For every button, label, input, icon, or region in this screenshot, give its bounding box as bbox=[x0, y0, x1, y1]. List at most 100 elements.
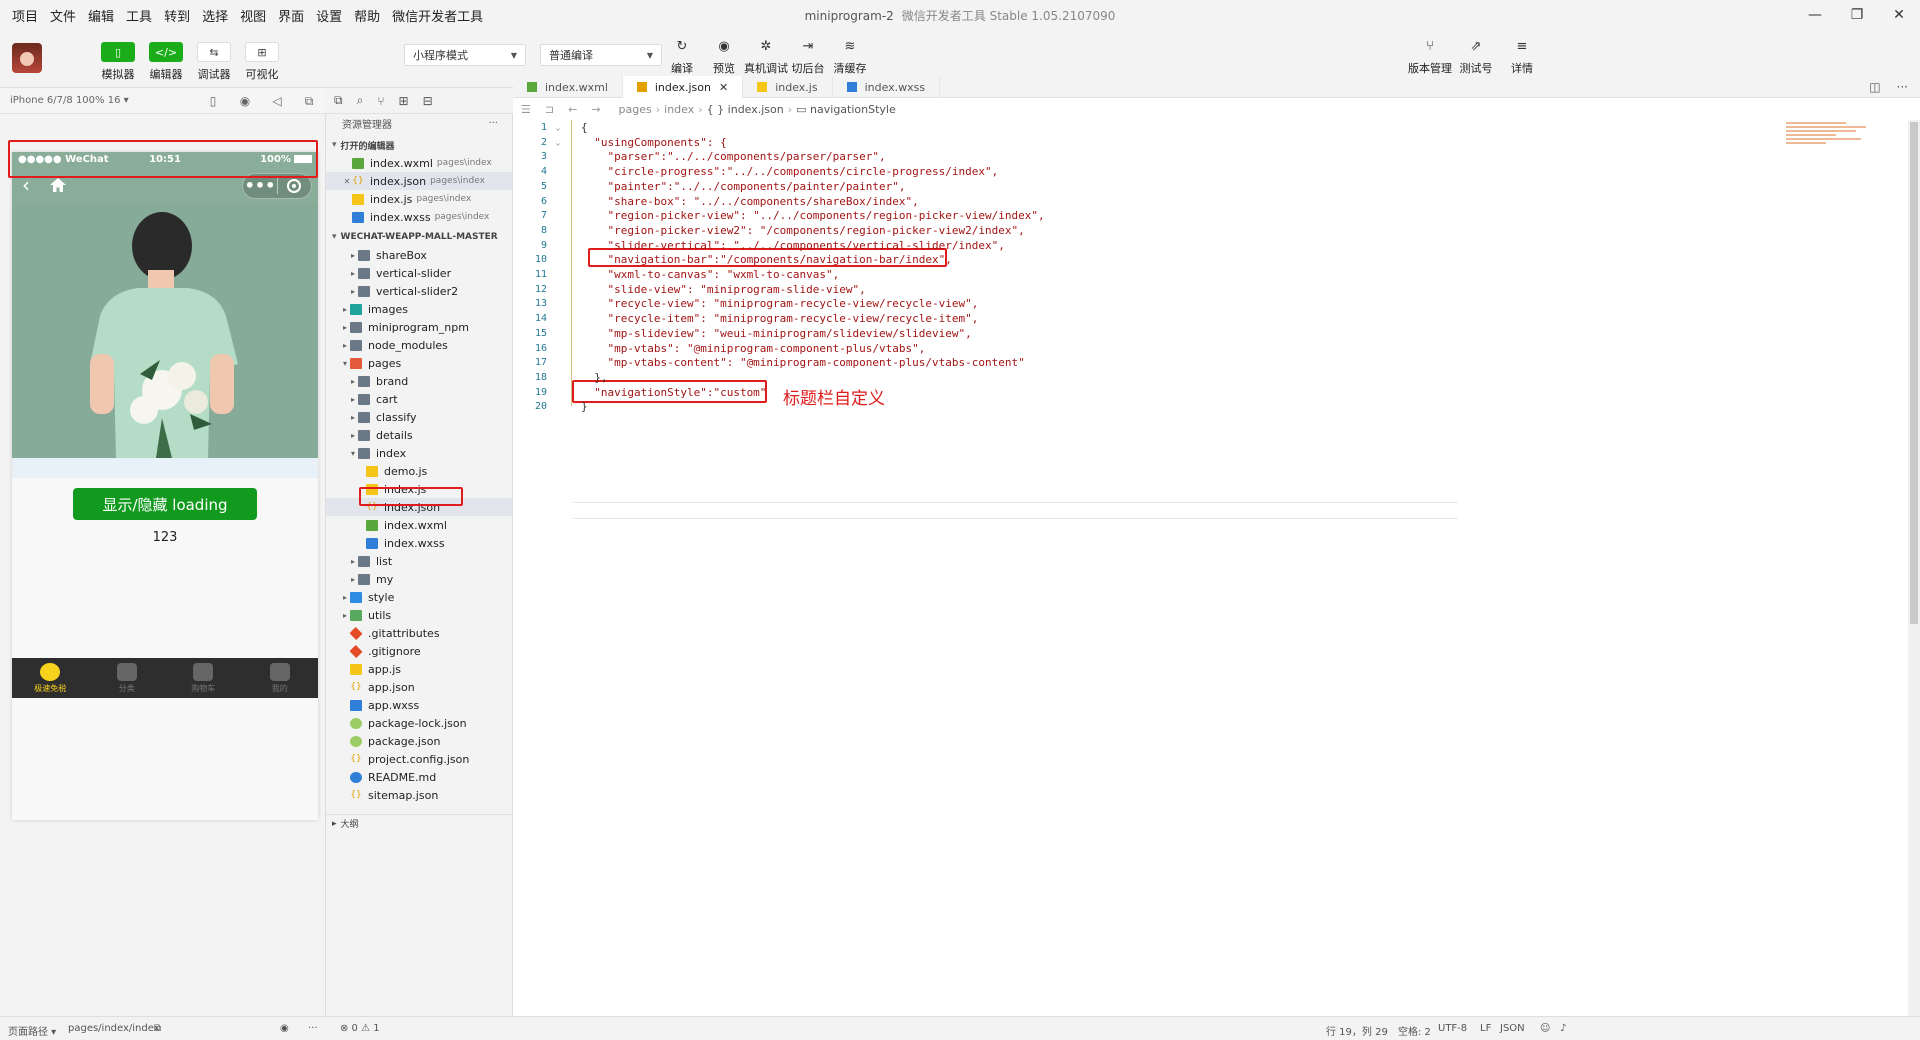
tree-item[interactable]: .gitattributes bbox=[326, 624, 512, 642]
tree-item[interactable]: ▾ index bbox=[326, 444, 512, 462]
menu-item[interactable]: 微信开发者工具 bbox=[386, 6, 489, 25]
toolbar-button[interactable]: ≋ 清缓存 bbox=[834, 36, 867, 76]
fold-chevron-icon[interactable]: ⌄ bbox=[553, 120, 563, 135]
tree-item[interactable]: ▸ vertical-slider bbox=[326, 264, 512, 282]
code-line[interactable]: 3 "parser":"../../components/parser/pars… bbox=[513, 149, 1458, 164]
nav-icon[interactable]: ☰ bbox=[521, 103, 531, 116]
tabbar-item[interactable]: 我的 bbox=[242, 658, 319, 698]
page-path[interactable]: pages/index/index bbox=[68, 1023, 160, 1034]
activity-icon[interactable]: ⑂ bbox=[377, 94, 384, 108]
tree-item[interactable]: ▸ cart bbox=[326, 390, 512, 408]
menu-item[interactable]: 项目 bbox=[0, 6, 44, 25]
code-editor[interactable]: 标题栏自定义 1 ⌄{2 ⌄ "usingComponents": {3 "pars… bbox=[513, 120, 1920, 1016]
editor-tab[interactable]: index.wxss bbox=[833, 76, 941, 98]
tree-caret-icon[interactable]: ▸ bbox=[348, 413, 358, 422]
close-program-icon[interactable] bbox=[278, 179, 311, 193]
tree-item[interactable]: ▸ utils bbox=[326, 606, 512, 624]
tabbar-item[interactable]: 购物车 bbox=[165, 658, 242, 698]
toolbar-button[interactable]: </> 编辑器 bbox=[146, 42, 186, 82]
code-line[interactable]: 8 "region-picker-view2": "/components/re… bbox=[513, 223, 1458, 238]
tree-item[interactable]: ▸ miniprogram_npm bbox=[326, 318, 512, 336]
device-select[interactable]: iPhone 6/7/8 100% 16 ▾ bbox=[10, 95, 129, 106]
editor-tab[interactable]: index.js bbox=[743, 76, 833, 98]
nav-icon[interactable]: ⊐ bbox=[545, 103, 554, 116]
menu-item[interactable]: 文件 bbox=[44, 6, 82, 25]
toggle-loading-button[interactable]: 显示/隐藏 loading bbox=[73, 488, 257, 520]
tree-item[interactable]: ▸ shareBox bbox=[326, 246, 512, 264]
tree-item[interactable]: ▸ vertical-slider2 bbox=[326, 282, 512, 300]
home-icon[interactable] bbox=[48, 175, 68, 195]
tree-item[interactable]: index.wxss bbox=[326, 534, 512, 552]
tree-item[interactable]: ▸ list bbox=[326, 552, 512, 570]
tree-item[interactable]: ▸ style bbox=[326, 588, 512, 606]
project-root-section[interactable]: WECHAT-WEAPP-MALL-MASTER bbox=[326, 228, 512, 246]
breadcrumb-item[interactable]: pages bbox=[619, 103, 652, 116]
tree-caret-icon[interactable]: ▸ bbox=[348, 287, 358, 296]
tree-caret-icon[interactable]: ▸ bbox=[340, 593, 350, 602]
close-icon[interactable]: ✕ bbox=[342, 177, 352, 186]
toolbar-button[interactable]: ⊞ 可视化 bbox=[242, 42, 282, 82]
fold-chevron-icon[interactable]: ⌄ bbox=[553, 135, 563, 150]
menu-item[interactable]: 帮助 bbox=[348, 6, 386, 25]
toolbar-button[interactable]: ▯ 模拟器 bbox=[98, 42, 138, 82]
minimize-button[interactable]: — bbox=[1794, 0, 1836, 30]
tree-item[interactable]: {} sitemap.json bbox=[326, 786, 512, 804]
tree-item[interactable]: ▸ brand bbox=[326, 372, 512, 390]
toolbar-button[interactable]: ⇗ 测试号 bbox=[1460, 36, 1493, 76]
menu-item[interactable]: 转到 bbox=[158, 6, 196, 25]
code-line[interactable]: 17 "mp-vtabs-content": "@miniprogram-com… bbox=[513, 355, 1458, 370]
tabbar-item[interactable]: 极速免税 bbox=[12, 658, 89, 698]
outline-section[interactable]: ▸ 大纲 bbox=[326, 814, 512, 832]
activity-icon[interactable]: ⊞ bbox=[399, 94, 409, 108]
tree-caret-icon[interactable]: ▸ bbox=[348, 575, 358, 584]
tree-item[interactable]: index.js bbox=[326, 480, 512, 498]
tree-item[interactable]: ▾ pages bbox=[326, 354, 512, 372]
breadcrumb-item[interactable]: index bbox=[664, 103, 694, 116]
toolbar-button[interactable]: ◉ 预览 bbox=[708, 36, 740, 76]
eye-icon[interactable]: ◉ bbox=[280, 1023, 289, 1034]
more-icon[interactable]: ··· bbox=[308, 1023, 318, 1034]
file-encoding[interactable]: UTF-8 bbox=[1438, 1023, 1467, 1034]
menu-item[interactable]: 编辑 bbox=[82, 6, 120, 25]
line-ending[interactable]: LF bbox=[1480, 1023, 1491, 1034]
tree-item[interactable]: ▸ classify bbox=[326, 408, 512, 426]
tabbar-item[interactable]: 分类 bbox=[89, 658, 166, 698]
tree-item[interactable]: README.md bbox=[326, 768, 512, 786]
open-editor-item[interactable]: index.wxml pages\index bbox=[326, 154, 512, 172]
copy-icon[interactable]: ⧉ bbox=[154, 1023, 161, 1034]
toolbar-button[interactable]: ↻ 编译 bbox=[666, 36, 698, 76]
code-line[interactable]: 2 ⌄ "usingComponents": { bbox=[513, 135, 1458, 150]
code-line[interactable]: 11 "wxml-to-canvas": "wxml-to-canvas", bbox=[513, 267, 1458, 282]
tree-item[interactable]: app.wxss bbox=[326, 696, 512, 714]
code-line[interactable]: 9 "slider-vertical": "../../components/v… bbox=[513, 238, 1458, 253]
simulator-tool-icon[interactable]: ▯ bbox=[204, 92, 222, 110]
problems-indicator[interactable]: ⊗ 0 ⚠ 1 bbox=[340, 1023, 380, 1034]
menu-item[interactable]: 视图 bbox=[234, 6, 272, 25]
close-tab-icon[interactable]: ✕ bbox=[719, 81, 728, 94]
tree-item[interactable]: package-lock.json bbox=[326, 714, 512, 732]
tree-caret-icon[interactable]: ▸ bbox=[348, 431, 358, 440]
toolbar-button[interactable]: ✲ 真机调试 bbox=[744, 36, 788, 76]
maximize-button[interactable]: ❐ bbox=[1836, 0, 1878, 30]
editor-tab[interactable]: index.wxml bbox=[513, 76, 623, 98]
code-line[interactable]: 10 "navigation-bar":"/components/navigat… bbox=[513, 252, 1458, 267]
open-editors-section[interactable]: 打开的编辑器 bbox=[326, 136, 512, 154]
code-line[interactable]: 16 "mp-vtabs": "@miniprogram-component-p… bbox=[513, 341, 1458, 356]
code-line[interactable]: 5 "painter":"../../components/painter/pa… bbox=[513, 179, 1458, 194]
tree-caret-icon[interactable]: ▸ bbox=[340, 611, 350, 620]
scrollbar-thumb[interactable] bbox=[1910, 122, 1918, 624]
simulator-tool-icon[interactable]: ⧉ bbox=[300, 92, 318, 110]
tree-item[interactable]: ▸ images bbox=[326, 300, 512, 318]
tree-item[interactable]: .gitignore bbox=[326, 642, 512, 660]
breadcrumb-item[interactable]: ▭ navigationStyle bbox=[796, 103, 896, 116]
tree-item[interactable]: ▸ my bbox=[326, 570, 512, 588]
nav-icon[interactable]: ← bbox=[568, 103, 577, 116]
page-path-label[interactable]: 页面路径 ▾ bbox=[8, 1023, 56, 1038]
editor-scrollbar[interactable] bbox=[1908, 120, 1920, 1016]
code-line[interactable]: 13 "recycle-view": "miniprogram-recycle-… bbox=[513, 296, 1458, 311]
open-editor-item[interactable]: index.wxss pages\index bbox=[326, 208, 512, 226]
toolbar-button[interactable]: ⇆ 调试器 bbox=[194, 42, 234, 82]
tree-item[interactable]: app.js bbox=[326, 660, 512, 678]
mode-select[interactable]: 小程序模式 ▼ bbox=[404, 44, 526, 66]
feedback-icon[interactable]: ☺ bbox=[1540, 1023, 1550, 1034]
